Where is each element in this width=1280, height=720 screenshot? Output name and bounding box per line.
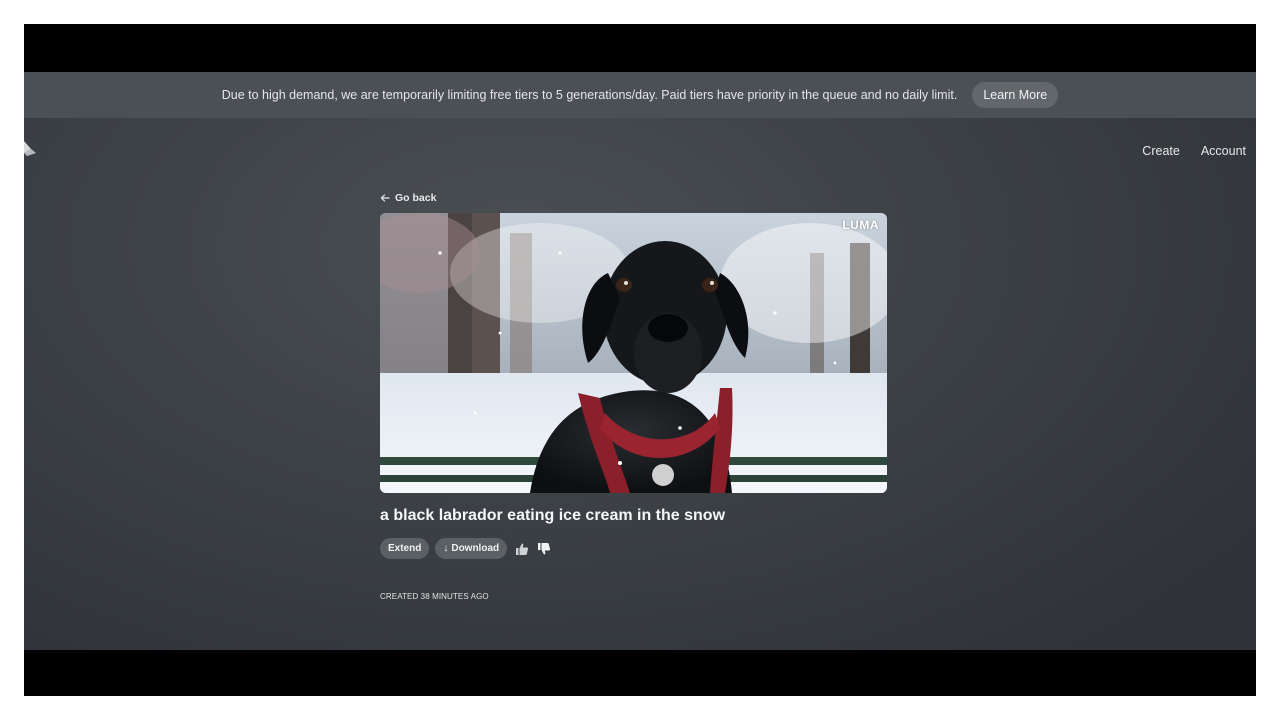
download-arrow-icon: ↓	[443, 543, 449, 554]
nav-account[interactable]: Account	[1201, 144, 1246, 158]
learn-more-button[interactable]: Learn More	[972, 82, 1059, 108]
arrow-left-icon	[380, 194, 390, 202]
download-label: Download	[451, 543, 500, 554]
luma-logo-icon[interactable]	[24, 140, 40, 162]
download-button[interactable]: ↓ Download	[435, 538, 508, 559]
created-timestamp: CREATED 38 MINUTES AGO	[380, 592, 489, 601]
dog-in-snow-image	[380, 213, 887, 493]
extend-button[interactable]: Extend	[380, 538, 430, 559]
thumbs-up-icon[interactable]	[515, 542, 529, 556]
notice-banner: Due to high demand, we are temporarily l…	[24, 72, 1256, 118]
video-preview[interactable]: LUMA	[380, 213, 887, 493]
banner-message: Due to high demand, we are temporarily l…	[221, 88, 958, 102]
action-bar: Extend ↓ Download	[380, 538, 551, 559]
go-back-label: Go back	[395, 192, 437, 204]
nav-create[interactable]: Create	[1142, 144, 1180, 158]
video-frame: Due to high demand, we are temporarily l…	[24, 24, 1256, 696]
generation-title: a black labrador eating ice cream in the…	[380, 507, 726, 524]
luma-watermark: LUMA	[842, 218, 879, 232]
top-nav: Create Account	[1142, 144, 1246, 158]
thumbs-down-icon[interactable]	[537, 542, 551, 556]
app-page: Due to high demand, we are temporarily l…	[24, 72, 1256, 650]
extend-label: Extend	[388, 543, 422, 554]
go-back-link[interactable]: Go back	[380, 192, 436, 204]
